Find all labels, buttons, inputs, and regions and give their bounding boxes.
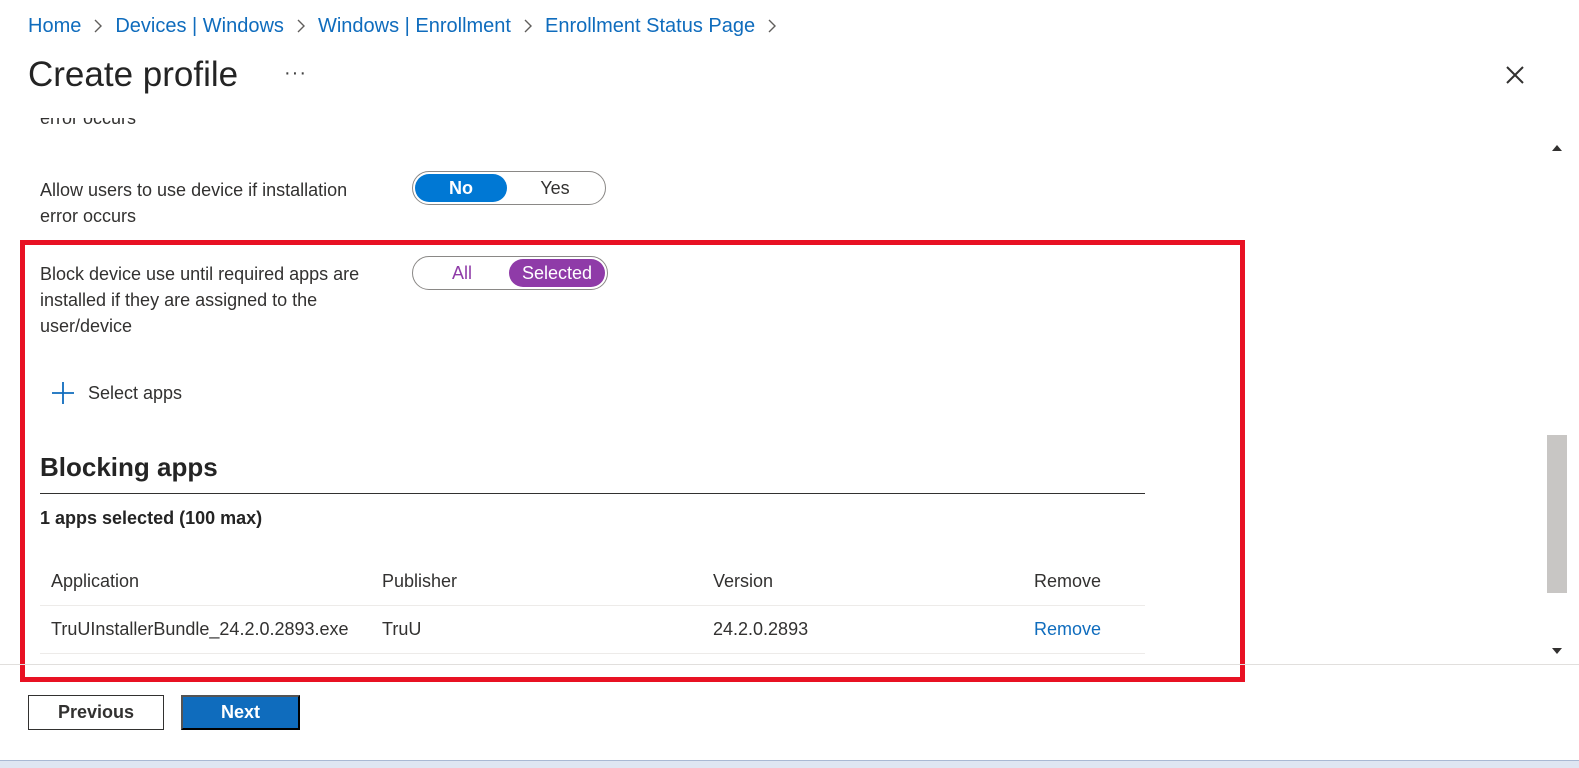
scroll-up-arrow-icon[interactable] — [1552, 145, 1562, 151]
allow-use-toggle[interactable]: No Yes — [412, 171, 606, 205]
table-row: TruUInstallerBundle_24.2.0.2893.exe TruU… — [40, 606, 1145, 654]
column-header-version: Version — [713, 571, 774, 591]
page-title: Create profile — [28, 55, 239, 94]
block-device-setting-label: Block device use until required apps are… — [40, 264, 360, 336]
breadcrumb-windows-enrollment[interactable]: Windows | Enrollment — [318, 15, 511, 38]
blocking-apps-table: Application Publisher Version Remove Tru… — [40, 558, 1145, 654]
section-divider — [40, 493, 1145, 494]
chevron-right-icon — [511, 16, 545, 36]
breadcrumb-enrollment-status-page[interactable]: Enrollment Status Page — [545, 15, 755, 38]
toggle-option-yes[interactable]: Yes — [507, 174, 603, 202]
version-cell: 24.2.0.2893 — [713, 619, 809, 639]
breadcrumb: Home Devices | Windows Windows | Enrollm… — [28, 12, 789, 40]
chevron-right-icon — [81, 16, 115, 36]
column-header-publisher: Publisher — [382, 571, 458, 591]
vertical-scrollbar[interactable] — [1546, 137, 1568, 662]
scrollbar-thumb[interactable] — [1547, 435, 1567, 593]
chevron-right-icon — [284, 16, 318, 36]
select-apps-button[interactable]: Select apps — [50, 380, 182, 406]
allow-use-setting-label: Allow users to use device if installatio… — [40, 180, 348, 226]
toggle-option-all[interactable]: All — [415, 259, 509, 287]
column-header-application: Application — [51, 571, 140, 591]
toggle-option-selected[interactable]: Selected — [509, 259, 605, 287]
breadcrumb-home[interactable]: Home — [28, 15, 81, 38]
more-icon[interactable]: ··· — [284, 62, 307, 85]
chevron-right-icon — [755, 16, 789, 36]
scroll-down-arrow-icon[interactable] — [1552, 648, 1562, 654]
column-header-remove: Remove — [1034, 571, 1102, 591]
toggle-option-no[interactable]: No — [415, 174, 507, 202]
select-apps-label: Select apps — [88, 382, 183, 403]
app-name-cell: TruUInstallerBundle_24.2.0.2893.exe — [51, 619, 349, 639]
window-bottom-edge — [0, 760, 1579, 768]
next-button[interactable]: Next — [181, 695, 300, 730]
close-icon[interactable] — [1502, 62, 1528, 88]
previous-button[interactable]: Previous — [28, 695, 164, 730]
remove-app-link[interactable]: Remove — [1033, 619, 1145, 640]
footer-divider — [0, 664, 1579, 665]
profile-settings-panel: error occurs Allow users to use device i… — [0, 118, 1546, 664]
blocking-apps-heading: Blocking apps — [40, 452, 218, 482]
setting-label-cut: error occurs — [40, 118, 137, 128]
apps-selected-count: 1 apps selected (100 max) — [40, 508, 263, 528]
breadcrumb-devices-windows[interactable]: Devices | Windows — [115, 15, 284, 38]
plus-icon — [52, 382, 74, 404]
table-header-row: Application Publisher Version Remove — [40, 558, 1145, 606]
publisher-cell: TruU — [382, 619, 422, 639]
block-device-toggle[interactable]: All Selected — [412, 256, 608, 290]
